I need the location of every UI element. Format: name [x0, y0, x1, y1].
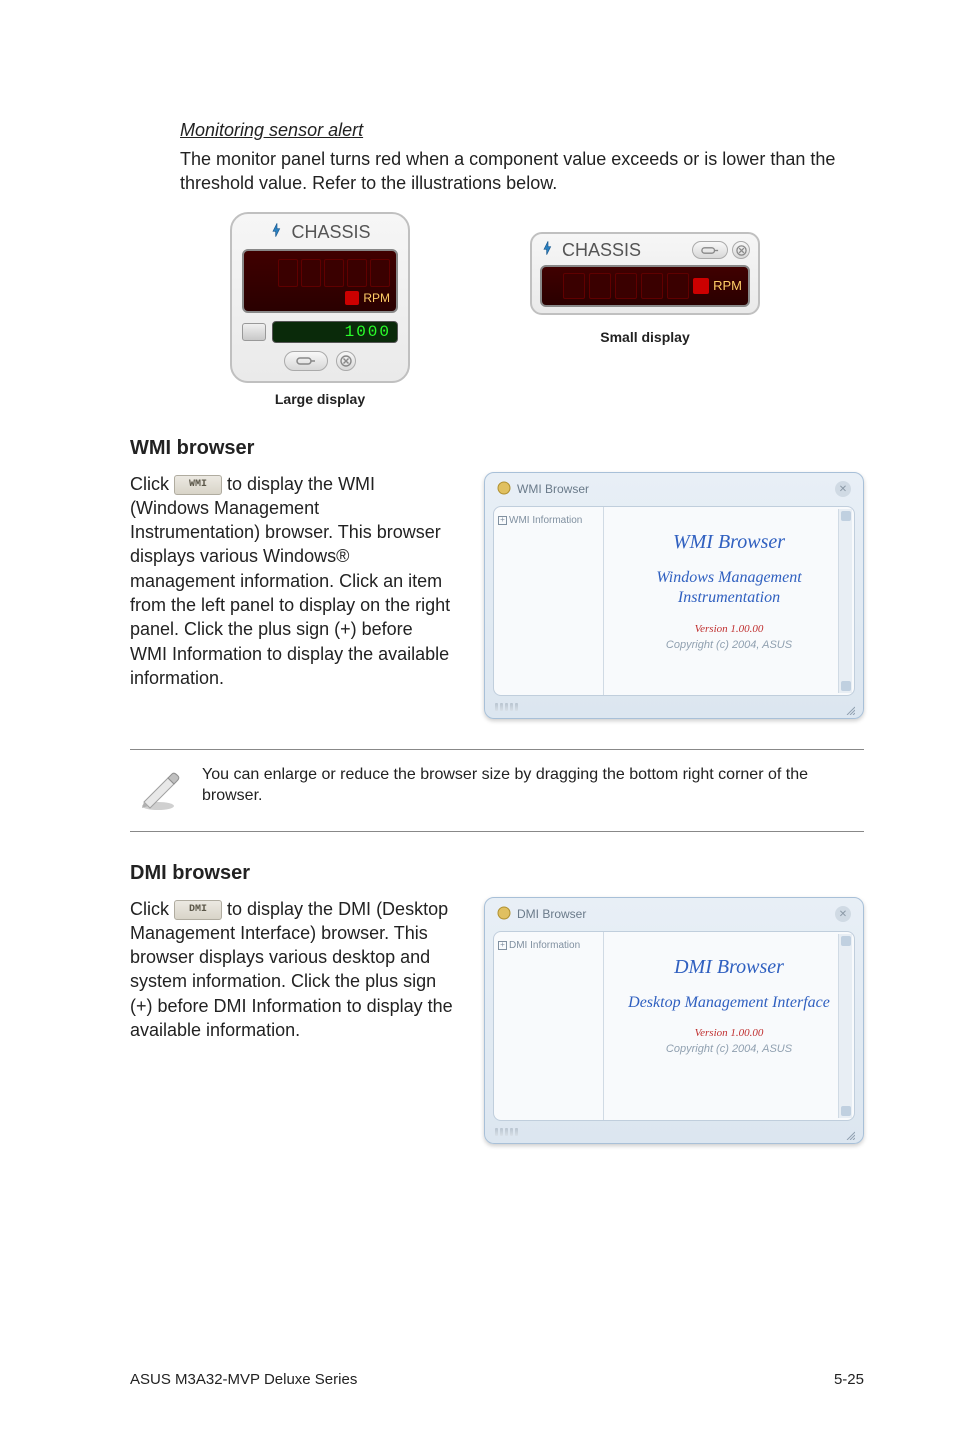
scrollbar[interactable]	[838, 509, 852, 693]
chassis-small-display: CHASSIS	[530, 232, 760, 345]
dmi-button[interactable]: DMI	[174, 900, 222, 920]
expand-toggle-button[interactable]	[692, 241, 728, 259]
footer-left: ASUS M3A32-MVP Deluxe Series	[130, 1371, 357, 1388]
monitoring-alert-subhead: Monitoring sensor alert	[130, 120, 864, 141]
dmi-subheading: Desktop Management Interface	[614, 993, 844, 1014]
rpm-indicator-icon	[693, 278, 709, 294]
window-footer	[489, 1125, 859, 1139]
chassis-large-display: CHASSIS RPM 1000	[230, 212, 410, 407]
bolt-icon	[269, 222, 285, 243]
dmi-browser-window: DMI Browser ✕ + DMI Information DMI Br	[484, 897, 864, 1144]
small-gauge-display: RPM	[540, 265, 750, 307]
rpm-indicator-icon	[345, 291, 359, 305]
dmi-version: Version 1.00.00	[614, 1027, 844, 1039]
note-text: You can enlarge or reduce the browser si…	[202, 764, 860, 807]
window-footer	[489, 700, 859, 714]
dmi-body-text: Click DMI to display the DMI (Desktop Ma…	[130, 897, 454, 1043]
small-display-caption: Small display	[600, 329, 689, 345]
large-gauge-display: RPM	[242, 249, 398, 313]
wmi-window-title: WMI Browser	[517, 482, 589, 496]
wmi-copyright: Copyright (c) 2004, ASUS	[614, 639, 844, 651]
large-gauge-title: CHASSIS	[291, 222, 370, 243]
app-icon	[497, 481, 511, 498]
small-gauge-unit: RPM	[713, 278, 742, 293]
dmi-content-panel: DMI Browser Desktop Management Interface…	[604, 932, 854, 1120]
threshold-value: 1000	[279, 323, 391, 341]
dmi-window-title: DMI Browser	[517, 907, 586, 921]
scroll-down-icon[interactable]	[841, 681, 851, 691]
page-footer: ASUS M3A32-MVP Deluxe Series 5-25	[130, 1351, 864, 1388]
dmi-tree-panel[interactable]: + DMI Information	[494, 932, 604, 1120]
close-icon[interactable]: ✕	[835, 481, 851, 497]
pencil-note-icon	[134, 764, 182, 817]
wmi-browser-window: WMI Browser ✕ + WMI Information WMI Br	[484, 472, 864, 719]
tree-expand-icon[interactable]: +	[498, 941, 507, 950]
bolt-icon	[540, 240, 556, 261]
gauge-row: CHASSIS RPM 1000	[130, 212, 864, 407]
wmi-content-panel: WMI Browser Windows Management Instrumen…	[604, 507, 854, 695]
monitoring-alert-body: The monitor panel turns red when a compo…	[130, 147, 864, 196]
scroll-up-icon[interactable]	[841, 936, 851, 946]
footer-page-number: 5-25	[834, 1371, 864, 1388]
dmi-heading: DMI Browser	[614, 956, 844, 979]
wmi-heading: WMI Browser	[614, 531, 844, 554]
wmi-version: Version 1.00.00	[614, 623, 844, 635]
resize-handle-icon[interactable]	[845, 702, 855, 712]
wmi-section-title: WMI browser	[130, 437, 864, 460]
dmi-section-title: DMI browser	[130, 862, 864, 885]
close-icon[interactable]: ✕	[835, 906, 851, 922]
scrollbar[interactable]	[838, 934, 852, 1118]
resize-handle-icon[interactable]	[845, 1127, 855, 1137]
wmi-subheading: Windows Management Instrumentation	[614, 568, 844, 610]
dmi-tree-root[interactable]: DMI Information	[509, 940, 580, 951]
wmi-body-text: Click WMI to display the WMI (Windows Ma…	[130, 472, 454, 691]
note-callout: You can enlarge or reduce the browser si…	[130, 749, 864, 832]
app-icon	[497, 906, 511, 923]
wmi-tree-root[interactable]: WMI Information	[509, 515, 582, 526]
large-display-caption: Large display	[275, 391, 365, 407]
expand-toggle-button[interactable]	[284, 351, 328, 371]
close-gauge-button[interactable]	[336, 351, 356, 371]
large-gauge-unit: RPM	[363, 291, 390, 305]
dmi-copyright: Copyright (c) 2004, ASUS	[614, 1043, 844, 1055]
small-gauge-title: CHASSIS	[562, 240, 641, 261]
threshold-slider[interactable]: 1000	[242, 321, 398, 343]
tree-expand-icon[interactable]: +	[498, 516, 507, 525]
slider-knob-icon[interactable]	[242, 323, 266, 341]
scroll-down-icon[interactable]	[841, 1106, 851, 1116]
wmi-button[interactable]: WMI	[174, 475, 222, 495]
scroll-up-icon[interactable]	[841, 511, 851, 521]
wmi-tree-panel[interactable]: + WMI Information	[494, 507, 604, 695]
close-gauge-button[interactable]	[732, 241, 750, 259]
